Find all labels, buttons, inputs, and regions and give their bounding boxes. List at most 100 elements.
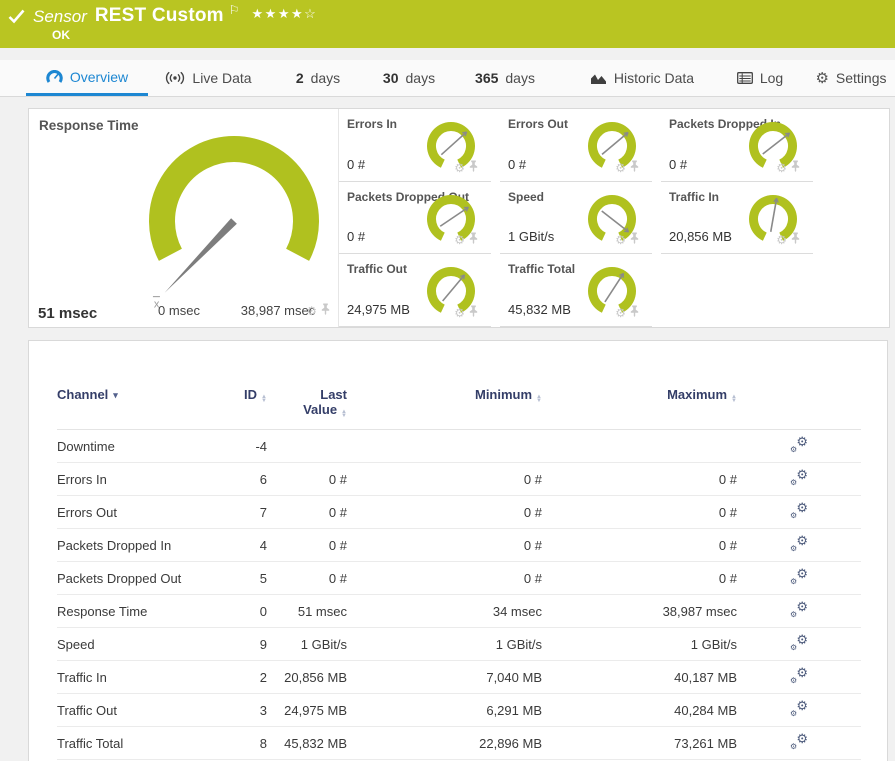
channel-name-cell[interactable]: Traffic In [57,670,232,685]
channel-settings-gears-icon[interactable]: ⚙⚙ [790,437,808,453]
pin-icon[interactable] [791,159,800,177]
tab-30-days[interactable]: 30 days [377,60,441,96]
gauge-value: 51 msec [38,305,97,322]
channel-name-cell[interactable]: Speed [57,637,232,652]
gauge-cell-errors-out[interactable]: Errors Out 0 # ⚙ [500,109,652,182]
sensor-type-label: Sensor [33,7,87,27]
gear-icon[interactable]: ⚙ [306,305,317,317]
channel-name-cell[interactable]: Response Time [57,604,232,619]
overview-gauges-panel: Response Time x 0 msec 38,987 msec 51 ms… [28,108,890,328]
table-row-traffic-out: Traffic Out 3 24,975 MB 6,291 MB 40,284 … [57,694,861,727]
channel-table: Channel▾ ID▲▼ Last Value▲▼ Minimum▲▼ Max… [57,387,861,760]
pin-icon[interactable] [630,231,639,249]
channel-settings-gears-icon[interactable]: ⚙⚙ [790,734,808,750]
gauge-title: Traffic Total [508,262,575,276]
gauge-cell-packets-dropped-out[interactable]: Packets Dropped Out 0 # ⚙ [339,182,491,255]
pin-icon[interactable] [469,159,478,177]
gear-icon[interactable]: ⚙ [454,162,465,174]
tab-historic-data[interactable]: Historic Data [581,60,703,96]
channel-maximum-cell: 0 # [542,571,737,586]
channel-settings-gears-icon[interactable]: ⚙⚙ [790,701,808,717]
sort-desc-icon: ▾ [113,390,118,400]
channel-name-cell[interactable]: Errors Out [57,505,232,520]
tab-overview[interactable]: Overview [26,60,148,96]
channel-id-cell: 7 [232,505,267,520]
pin-icon[interactable] [791,231,800,249]
channel-minimum-cell: 0 # [347,571,542,586]
tab-settings[interactable]: ⚙ Settings [815,60,887,96]
gear-icon[interactable]: ⚙ [776,162,787,174]
flag-icon[interactable]: ⚐ [229,3,240,17]
channel-id-cell: 3 [232,703,267,718]
channel-maximum-cell: 40,284 MB [542,703,737,718]
channel-maximum-cell: 0 # [542,472,737,487]
sensor-name: REST Custom [95,5,224,27]
channel-settings-gears-icon[interactable]: ⚙⚙ [790,635,808,651]
priority-stars[interactable]: ★★★★☆ [252,6,318,22]
gear-icon[interactable]: ⚙ [615,234,626,246]
table-row-errors-out: Errors Out 7 0 # 0 # 0 # ⚙⚙ [57,496,861,529]
channel-last-value-cell: 20,856 MB [267,670,347,685]
gauge-value: 1 GBit/s [508,229,554,244]
channel-last-value-cell: 0 # [267,505,347,520]
column-header-channel[interactable]: Channel▾ [57,387,232,403]
channel-name-cell[interactable]: Traffic Total [57,736,232,751]
table-row-errors-in: Errors In 6 0 # 0 # 0 # ⚙⚙ [57,463,861,496]
channel-settings-gears-icon[interactable]: ⚙⚙ [790,602,808,618]
gauge-cell-packets-dropped-in[interactable]: Packets Dropped In 0 # ⚙ [661,109,813,182]
gauge-cell-traffic-out[interactable]: Traffic Out 24,975 MB ⚙ [339,254,491,327]
channel-id-cell: -4 [232,439,267,454]
chart-icon [590,72,607,85]
tab-live-data[interactable]: Live Data [156,60,261,96]
gear-icon[interactable]: ⚙ [776,234,787,246]
column-header-last-value[interactable]: Last Value▲▼ [267,387,347,418]
gear-icon: ⚙ [815,71,828,86]
gear-icon[interactable]: ⚙ [454,307,465,319]
tab-2-days[interactable]: 2 days [289,60,347,96]
channel-maximum-cell: 0 # [542,538,737,553]
gauge-actions: ⚙ [454,231,478,249]
pin-icon[interactable] [469,304,478,322]
channel-last-value-cell: 0 # [267,472,347,487]
channel-settings-gears-icon[interactable]: ⚙⚙ [790,569,808,585]
status-ok-check-icon [8,9,25,29]
response-time-dial: x [29,109,339,327]
gear-icon[interactable]: ⚙ [615,162,626,174]
gear-icon[interactable]: ⚙ [454,234,465,246]
pin-icon[interactable] [630,159,639,177]
gauge-value: 0 # [669,157,687,172]
pin-icon[interactable] [469,231,478,249]
channel-name-cell[interactable]: Errors In [57,472,232,487]
table-body: Downtime -4 ⚙⚙ Errors In 6 0 # 0 # 0 # ⚙… [57,430,861,760]
response-time-gauge-card[interactable]: Response Time x 0 msec 38,987 msec 51 ms… [29,109,339,327]
pin-icon[interactable] [630,304,639,322]
tab-365-days[interactable]: 365 days [469,60,541,96]
channel-settings-gears-icon[interactable]: ⚙⚙ [790,536,808,552]
channel-minimum-cell: 0 # [347,505,542,520]
channel-name-cell[interactable]: Packets Dropped Out [57,571,232,586]
channel-id-cell: 9 [232,637,267,652]
table-row-speed: Speed 9 1 GBit/s 1 GBit/s 1 GBit/s ⚙⚙ [57,628,861,661]
channel-settings-gears-icon[interactable]: ⚙⚙ [790,470,808,486]
gauge-actions: ⚙ [615,159,639,177]
table-row-response-time: Response Time 0 51 msec 34 msec 38,987 m… [57,595,861,628]
tab-log[interactable]: Log [731,60,789,96]
pin-icon[interactable] [321,302,330,320]
gauge-cell-traffic-in[interactable]: Traffic In 20,856 MB ⚙ [661,182,813,255]
gauge-cell-speed[interactable]: Speed 1 GBit/s ⚙ [500,182,652,255]
status-badge: OK [52,28,70,42]
column-header-id[interactable]: ID▲▼ [232,387,267,403]
channel-settings-gears-icon[interactable]: ⚙⚙ [790,668,808,684]
channel-last-value-cell: 51 msec [267,604,347,619]
gear-icon[interactable]: ⚙ [615,307,626,319]
column-header-minimum[interactable]: Minimum▲▼ [347,387,542,403]
gauge-cell-traffic-total[interactable]: Traffic Total 45,832 MB ⚙ [500,254,652,327]
channel-settings-gears-icon[interactable]: ⚙⚙ [790,503,808,519]
channel-minimum-cell: 0 # [347,472,542,487]
channel-name-cell[interactable]: Downtime [57,439,232,454]
channel-name-cell[interactable]: Traffic Out [57,703,232,718]
channel-name-cell[interactable]: Packets Dropped In [57,538,232,553]
column-header-maximum[interactable]: Maximum▲▼ [542,387,737,403]
gauge-actions: ⚙ [776,159,800,177]
gauge-cell-errors-in[interactable]: Errors In 0 # ⚙ [339,109,491,182]
